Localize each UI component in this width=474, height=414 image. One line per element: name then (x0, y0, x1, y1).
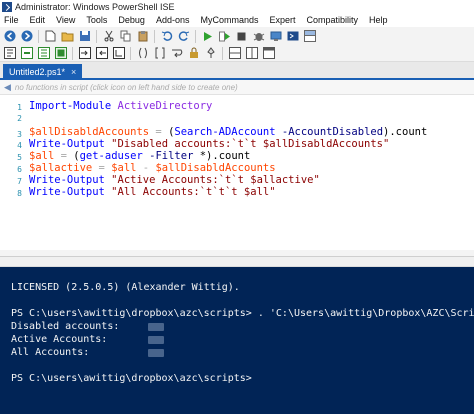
line-number-gutter: 1 2 3 4 5 6 7 8 (0, 95, 22, 256)
cut-icon[interactable] (101, 29, 116, 43)
console-prompt: PS C:\users\awittig\dropbox\azc\scripts> (11, 373, 252, 384)
function-bar: ◀ no functions in script (click icon on … (0, 80, 474, 95)
editor-horizontal-scrollbar[interactable] (0, 250, 474, 256)
layout-icon[interactable] (302, 29, 317, 43)
toolbar-separator (222, 46, 223, 60)
max-icon[interactable] (261, 46, 276, 60)
menu-add-ons[interactable]: Add-ons (156, 15, 190, 25)
run-selection-icon[interactable] (217, 29, 232, 43)
close-icon[interactable]: × (71, 67, 76, 77)
tile-icon[interactable] (227, 46, 242, 60)
paste-icon[interactable] (135, 29, 150, 43)
line-number: 5 (17, 153, 22, 162)
menu-mycommands[interactable]: MyCommands (200, 15, 258, 25)
code-line: $all = (get-aduser -Filter *).count (29, 150, 251, 162)
toolbar-separator (38, 29, 39, 43)
code-line: Write-Output "All Accounts:`t`t`t $all" (29, 186, 276, 198)
powershell-icon[interactable] (285, 29, 300, 43)
undo-icon[interactable] (159, 29, 174, 43)
console-line: PS C:\users\awittig\dropbox\azc\scripts>… (11, 308, 474, 319)
menu-debug[interactable]: Debug (118, 15, 145, 25)
redacted-value (148, 323, 164, 331)
console-line: Disabled accounts: (11, 321, 120, 332)
pane-splitter[interactable] (0, 257, 474, 267)
menu-file[interactable]: File (4, 15, 19, 25)
tile-vertical-icon[interactable] (244, 46, 259, 60)
remote-icon[interactable] (268, 29, 283, 43)
indent-icon[interactable] (77, 46, 92, 60)
line-number: 2 (17, 114, 22, 123)
title-bar: Administrator: Windows PowerShell ISE (0, 0, 474, 13)
code-line: Write-Output "Disabled accounts:`t`t $al… (29, 138, 390, 150)
script-editor[interactable]: 1 2 3 4 5 6 7 8 Import-Module ActiveDire… (0, 95, 474, 257)
redo-icon[interactable] (176, 29, 191, 43)
line-number: 6 (17, 165, 22, 174)
console-pane[interactable]: LICENSED (2.5.0.5) (Alexander Wittig). P… (0, 267, 474, 414)
line-number: 8 (17, 189, 22, 198)
wrap-icon[interactable] (169, 46, 184, 60)
lock-icon[interactable] (186, 46, 201, 60)
window-title: Administrator: Windows PowerShell ISE (15, 1, 175, 12)
menu-bar: File Edit View Tools Debug Add-ons MyCom… (0, 13, 474, 27)
copy-icon[interactable] (118, 29, 133, 43)
redacted-value (148, 349, 164, 357)
menu-edit[interactable]: Edit (30, 15, 46, 25)
line-number: 4 (17, 141, 22, 150)
code-line: Import-Module ActiveDirectory (29, 100, 213, 112)
line-number: 7 (17, 177, 22, 186)
parens-icon[interactable] (135, 46, 150, 60)
function-list-icon[interactable]: ◀ (4, 82, 11, 93)
open-folder-icon[interactable] (60, 29, 75, 43)
script-tab-strip: Untitled2.ps1* × (0, 62, 474, 80)
comment-icon[interactable] (36, 46, 51, 60)
run-icon[interactable] (200, 29, 215, 43)
snippet-icon[interactable] (2, 46, 17, 60)
line-number: 1 (17, 103, 22, 112)
toolbar-separator (130, 46, 131, 60)
format-icon[interactable] (19, 46, 34, 60)
back-icon[interactable] (2, 29, 17, 43)
menu-compatibility[interactable]: Compatibility (307, 15, 359, 25)
menu-tools[interactable]: Tools (86, 15, 107, 25)
powershell-app-icon (2, 1, 12, 12)
debug-icon[interactable] (251, 29, 266, 43)
menu-view[interactable]: View (56, 15, 75, 25)
function-bar-placeholder: no functions in script (click icon on le… (14, 82, 238, 92)
new-file-icon[interactable] (43, 29, 58, 43)
brackets-icon[interactable] (152, 46, 167, 60)
toolbar-separator (154, 29, 155, 43)
save-icon[interactable] (77, 29, 92, 43)
uncomment-icon[interactable] (53, 46, 68, 60)
line-number: 3 (17, 130, 22, 139)
tab-untitled2[interactable]: Untitled2.ps1* × (3, 64, 83, 80)
toolbar-separator (96, 29, 97, 43)
forward-icon[interactable] (19, 29, 34, 43)
menu-expert[interactable]: Expert (269, 15, 295, 25)
redacted-value (148, 336, 164, 344)
code-line: Write-Output "Active Accounts:`t`t $alla… (29, 174, 320, 186)
toolbar-separator (72, 46, 73, 60)
region-icon[interactable] (111, 46, 126, 60)
toolbar (0, 27, 474, 62)
pin-icon[interactable] (203, 46, 218, 60)
code-line: $allactive = $all - $allDisabldAccounts (29, 162, 276, 174)
stop-icon[interactable] (234, 29, 249, 43)
console-line: All Accounts: (11, 347, 90, 358)
console-line: Active Accounts: (11, 334, 108, 345)
console-line: LICENSED (2.5.0.5) (Alexander Wittig). (11, 282, 240, 293)
outdent-icon[interactable] (94, 46, 109, 60)
tab-label: Untitled2.ps1* (9, 67, 66, 77)
menu-help[interactable]: Help (369, 15, 388, 25)
toolbar-separator (195, 29, 196, 43)
code-line: $allDisabldAccounts = (Search-ADAccount … (29, 126, 428, 138)
